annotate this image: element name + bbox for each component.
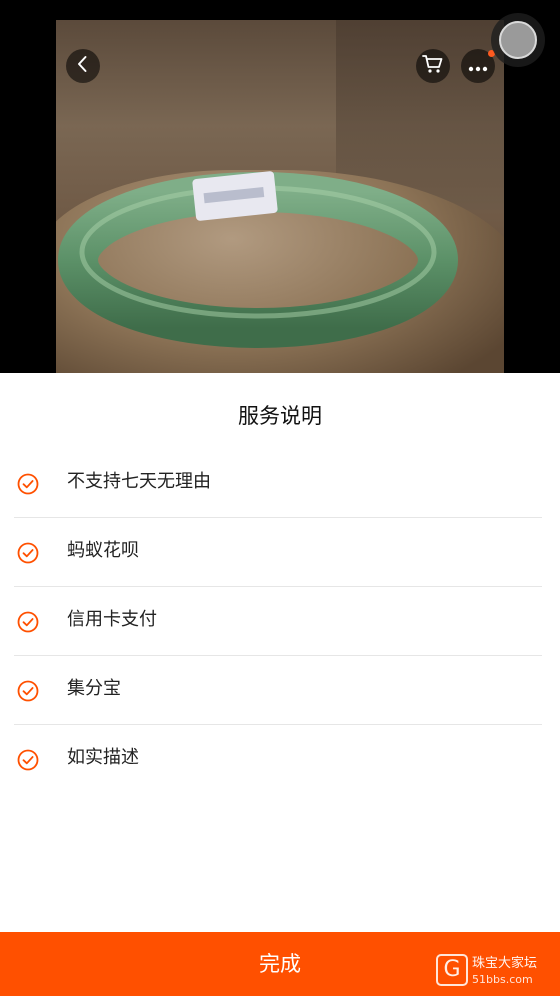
cart-icon	[422, 54, 444, 78]
watermark-letter: G	[436, 954, 468, 986]
list-item: 如实描述	[0, 725, 560, 794]
service-label: 不支持七天无理由	[67, 471, 211, 492]
service-label: 如实描述	[67, 747, 139, 768]
service-list: 不支持七天无理由 蚂蚁花呗 信用卡支付 集分宝 如实描述	[0, 449, 560, 794]
more-button[interactable]	[461, 49, 495, 83]
check-circle-icon	[17, 680, 39, 702]
back-button[interactable]	[66, 49, 100, 83]
sheet-title: 服务说明	[238, 404, 322, 428]
check-circle-icon	[17, 542, 39, 564]
check-circle-icon	[17, 473, 39, 495]
list-item: 集分宝	[0, 656, 560, 725]
list-item: 不支持七天无理由	[0, 449, 560, 518]
cart-button[interactable]	[416, 49, 450, 83]
service-label: 蚂蚁花呗	[67, 540, 139, 561]
chevron-left-icon	[74, 55, 92, 77]
screen: 服务说明 不支持七天无理由 蚂蚁花呗 信用卡支付 集分宝 如实描述 完成 G 珠…	[0, 0, 560, 996]
floating-assistive-button[interactable]	[491, 13, 545, 67]
more-dots-icon	[468, 57, 488, 76]
check-circle-icon	[17, 749, 39, 771]
service-label: 集分宝	[67, 678, 121, 699]
service-label: 信用卡支付	[67, 609, 157, 630]
list-item: 蚂蚁花呗	[0, 518, 560, 587]
watermark-logo: G 珠宝大家坛 51bbs.com	[436, 952, 560, 992]
floating-ball-inner	[499, 21, 537, 59]
top-overlay-text	[60, 0, 360, 20]
service-sheet: 服务说明 不支持七天无理由 蚂蚁花呗 信用卡支付 集分宝 如实描述	[0, 373, 560, 996]
product-image-area	[0, 0, 560, 373]
done-button-label: 完成	[259, 952, 301, 976]
watermark-url: 51bbs.com	[472, 973, 533, 986]
check-circle-icon	[17, 611, 39, 633]
list-item: 信用卡支付	[0, 587, 560, 656]
watermark-brand: 珠宝大家坛	[472, 956, 538, 971]
